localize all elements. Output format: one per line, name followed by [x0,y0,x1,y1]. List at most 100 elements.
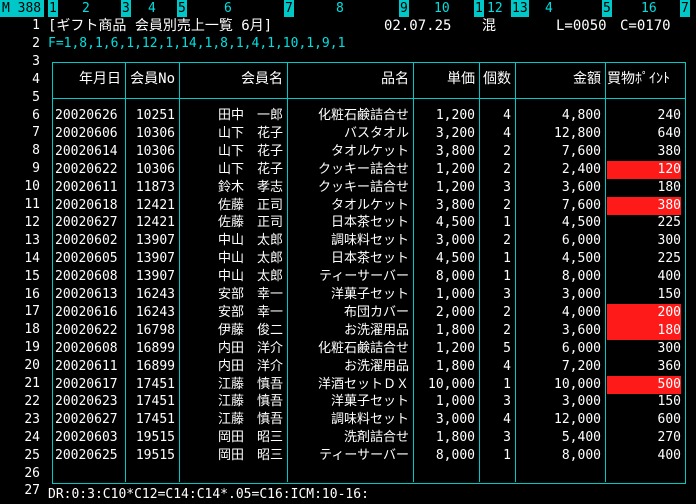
cell-amount[interactable]: 6,000 [517,232,601,250]
cell-qty[interactable]: 2 [481,161,511,179]
cell-item[interactable]: 化粧石鹸詰合せ [289,340,409,358]
cell-qty[interactable]: 4 [481,358,511,376]
cell-amount[interactable]: 12,000 [517,411,601,429]
cell-price[interactable]: 1,200 [415,107,475,125]
cell-price[interactable]: 10,000 [415,376,475,394]
cell-item[interactable]: 日本茶セット [289,214,409,232]
cell-price[interactable]: 1,200 [415,340,475,358]
cell-name[interactable]: 山下 花子 [181,161,283,179]
cell-name[interactable]: 鈴木 孝志 [181,179,283,197]
column-header[interactable]: 金額 [517,70,601,88]
cell-amount[interactable]: 4,500 [517,250,601,268]
column-header[interactable]: 買物ﾎﾟｲﾝﾄ [607,70,681,88]
cell-date[interactable]: 20020608 [55,340,121,358]
cell-item[interactable]: ティーサーバー [289,447,409,465]
cell-no[interactable]: 13907 [127,268,175,286]
cell-qty[interactable]: 4 [481,125,511,143]
cell-date[interactable]: 20020616 [55,304,121,322]
cell-no[interactable]: 16899 [127,358,175,376]
cell-points[interactable]: 225 [607,250,681,268]
cell-date[interactable]: 20020625 [55,447,121,465]
cell-date[interactable]: 20020623 [55,393,121,411]
cell-points[interactable]: 150 [607,393,681,411]
cell-name[interactable]: 岡田 昭三 [181,429,283,447]
cell-amount[interactable]: 5,400 [517,429,601,447]
column-header[interactable]: 会員名 [181,70,283,88]
cell-item[interactable]: クッキー詰合せ [289,161,409,179]
cell-item[interactable]: タオルケット [289,143,409,161]
cell-points[interactable]: 640 [607,125,681,143]
cell-price[interactable]: 1,000 [415,393,475,411]
cell-qty[interactable]: 2 [481,232,511,250]
cell-qty[interactable]: 4 [481,107,511,125]
cell-name[interactable]: 佐藤 正司 [181,214,283,232]
cell-name[interactable]: 中山 太郎 [181,250,283,268]
cell-item[interactable]: クッキー詰合せ [289,179,409,197]
cell-date[interactable]: 20020622 [55,322,121,340]
cell-price[interactable]: 3,000 [415,232,475,250]
cell-no[interactable]: 17451 [127,393,175,411]
cell-points[interactable]: 120 [607,160,681,179]
cell-date[interactable]: 20020602 [55,232,121,250]
cell-date[interactable]: 20020603 [55,429,121,447]
cell-date[interactable]: 20020611 [55,358,121,376]
cell-item[interactable]: 調味料セット [289,411,409,429]
cell-qty[interactable]: 4 [481,411,511,429]
column-header[interactable]: 個数 [481,70,511,88]
cell-price[interactable]: 1,800 [415,429,475,447]
cell-name[interactable]: 中山 太郎 [181,232,283,250]
cell-date[interactable]: 20020627 [55,411,121,429]
cell-points[interactable]: 600 [607,411,681,429]
cell-qty[interactable]: 1 [481,376,511,394]
cell-no[interactable]: 16798 [127,322,175,340]
cell-qty[interactable]: 5 [481,340,511,358]
cell-amount[interactable]: 4,800 [517,107,601,125]
cell-points[interactable]: 270 [607,429,681,447]
cell-qty[interactable]: 3 [481,179,511,197]
cell-name[interactable]: 田中 一郎 [181,107,283,125]
cell-qty[interactable]: 1 [481,447,511,465]
cell-price[interactable]: 1,000 [415,286,475,304]
cell-qty[interactable]: 1 [481,214,511,232]
cell-item[interactable]: 洋酒セットＤＸ [289,376,409,394]
cell-price[interactable]: 1,200 [415,161,475,179]
cell-no[interactable]: 19515 [127,447,175,465]
cell-date[interactable]: 20020617 [55,376,121,394]
cell-no[interactable]: 17451 [127,376,175,394]
cell-points[interactable]: 360 [607,358,681,376]
cell-name[interactable]: 中山 太郎 [181,268,283,286]
cell-price[interactable]: 4,500 [415,214,475,232]
cell-no[interactable]: 12421 [127,197,175,215]
cell-qty[interactable]: 2 [481,322,511,340]
column-header[interactable]: 年月日 [55,70,121,88]
cell-points[interactable]: 150 [607,286,681,304]
cell-price[interactable]: 3,800 [415,143,475,161]
cell-name[interactable]: 江藤 慎吾 [181,393,283,411]
cell-name[interactable]: 伊藤 俊二 [181,322,283,340]
cell-qty[interactable]: 1 [481,250,511,268]
cell-qty[interactable]: 2 [481,197,511,215]
cell-name[interactable]: 山下 花子 [181,125,283,143]
cell-name[interactable]: 内田 洋介 [181,340,283,358]
cell-amount[interactable]: 7,200 [517,358,601,376]
cell-price[interactable]: 3,200 [415,125,475,143]
cell-qty[interactable]: 1 [481,268,511,286]
cell-name[interactable]: 山下 花子 [181,143,283,161]
cell-item[interactable]: 洋菓子セット [289,286,409,304]
cell-points[interactable]: 180 [607,321,681,340]
cell-item[interactable]: バスタオル [289,125,409,143]
cell-date[interactable]: 20020606 [55,125,121,143]
cell-item[interactable]: 洋菓子セット [289,393,409,411]
column-header[interactable]: 品名 [289,70,409,88]
cell-no[interactable]: 16243 [127,304,175,322]
cell-no[interactable]: 16243 [127,286,175,304]
cell-amount[interactable]: 4,000 [517,304,601,322]
cell-points[interactable]: 200 [607,303,681,322]
cell-points[interactable]: 300 [607,232,681,250]
cell-qty[interactable]: 2 [481,304,511,322]
cell-item[interactable]: 洗剤詰合せ [289,429,409,447]
cell-amount[interactable]: 3,600 [517,179,601,197]
cell-no[interactable]: 19515 [127,429,175,447]
cell-name[interactable]: 佐藤 正司 [181,197,283,215]
column-header[interactable]: 会員No [127,70,175,88]
